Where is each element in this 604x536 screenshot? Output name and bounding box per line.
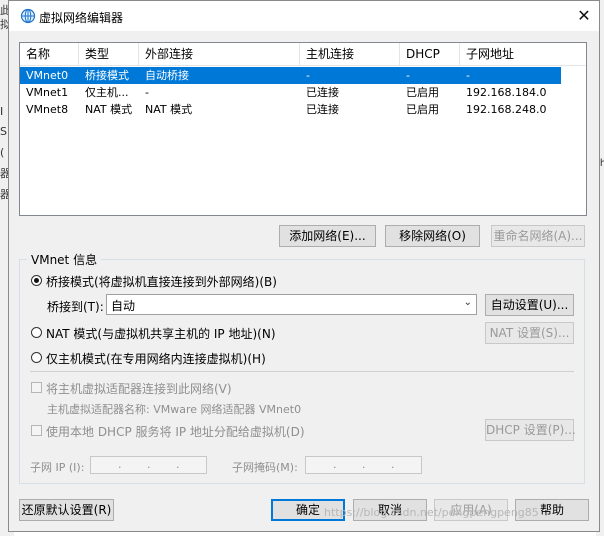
bg-fragment: S [0,125,7,138]
bridged-mode-radio[interactable] [31,275,42,286]
bridged-to-label: 桥接到(T): [47,300,104,314]
divider [30,371,574,372]
table-row[interactable]: VMnet0 桥接模式 自动桥接 - - - [20,67,561,84]
cell-type: 桥接模式 [85,69,129,82]
cell-subnet: 192.168.184.0 [466,86,547,99]
nat-settings-button[interactable]: NAT 设置(S)... [485,322,574,344]
cell-subnet: 192.168.248.0 [466,103,547,116]
cell-host: 已连接 [306,86,339,99]
host-only-mode-label[interactable]: 仅主机模式(在专用网络内连接虚拟机)(H) [46,350,266,367]
table-row[interactable]: VMnet1 仅主机... - 已连接 已启用 192.168.184.0 [20,84,561,101]
cell-dhcp: 已启用 [406,86,439,99]
chevron-down-icon: ⌄ [463,297,472,308]
cell-host: 已连接 [306,103,339,116]
connect-host-adapter-label[interactable]: 将主机虚拟适配器连接到此网络(V) [46,380,232,397]
dhcp-service-checkbox[interactable] [31,425,42,436]
cell-name: VMnet1 [26,86,69,99]
column-header-host[interactable]: 主机连接 [300,43,400,65]
cell-type: 仅主机... [85,86,129,99]
remove-network-button[interactable]: 移除网络(O) [385,225,480,247]
cell-dhcp: 已启用 [406,103,439,116]
bridged-mode-label[interactable]: 桥接模式(将虚拟机直接连接到外部网络)(B) [46,273,277,290]
bridged-to-value: 自动 [111,299,136,313]
nat-mode-label[interactable]: NAT 模式(与虚拟机共享主机的 IP 地址)(N) [46,325,276,342]
table-row[interactable]: VMnet8 NAT 模式 NAT 模式 已连接 已启用 192.168.248… [20,101,561,118]
dhcp-service-label[interactable]: 使用本地 DHCP 服务将 IP 地址分配给虚拟机(D) [46,423,305,440]
adapter-name-text: 主机虚拟适配器名称: VMware 网络适配器 VMnet0 [47,403,302,416]
column-header-name[interactable]: 名称 [20,43,79,65]
cell-external: - [145,86,149,99]
host-only-mode-radio[interactable] [31,352,42,363]
subnet-ip-input[interactable]: . . . [90,456,207,474]
subnet-mask-input[interactable]: . . . [305,456,422,474]
window-title: 虚拟网络编辑器 [39,11,124,25]
dhcp-settings-button[interactable]: DHCP 设置(P)... [485,419,576,441]
bg-fragment: ( [0,146,5,159]
cell-name: VMnet0 [26,69,69,82]
cell-external: 自动桥接 [145,69,189,82]
cell-type: NAT 模式 [85,103,133,116]
network-globe-icon [20,8,36,24]
title-bar: 虚拟网络编辑器 ✕ [9,1,599,31]
cell-host: - [306,69,310,82]
cell-external: NAT 模式 [145,103,193,116]
connect-host-adapter-checkbox[interactable] [31,382,42,393]
watermark-text: https://blog.csdn.net/pengpengpeng85 [324,506,539,519]
subnet-ip-label: 子网 IP (I): [30,461,85,474]
network-list-header: 名称 类型 外部连接 主机连接 DHCP 子网地址 [20,43,586,66]
bridged-to-select[interactable]: 自动 ⌄ [106,294,477,315]
cell-dhcp: - [406,69,410,82]
column-header-external[interactable]: 外部连接 [139,43,300,65]
rename-network-button[interactable]: 重命名网络(A)... [491,225,585,247]
subnet-mask-label: 子网掩码(M): [232,461,298,474]
add-network-button[interactable]: 添加网络(E)... [279,225,376,247]
cell-name: VMnet8 [26,103,69,116]
bg-fragment: I [0,105,4,118]
close-icon[interactable]: ✕ [570,3,598,29]
column-header-type[interactable]: 类型 [79,43,139,65]
auto-settings-button[interactable]: 自动设置(U)... [485,294,574,316]
nat-mode-radio[interactable] [31,327,42,338]
network-list[interactable]: 名称 类型 外部连接 主机连接 DHCP 子网地址 VMnet0 桥接模式 自动… [19,42,587,216]
virtual-network-editor-dialog: 虚拟网络编辑器 ✕ 名称 类型 外部连接 主机连接 DHCP 子网地址 VMne… [8,0,600,532]
cell-subnet: - [466,69,470,82]
restore-defaults-button[interactable]: 还原默认设置(R) [19,499,114,521]
vmnet-info-label: VMnet 信息 [27,251,102,268]
column-header-subnet[interactable]: 子网地址 [460,43,560,65]
column-header-dhcp[interactable]: DHCP [400,43,460,65]
